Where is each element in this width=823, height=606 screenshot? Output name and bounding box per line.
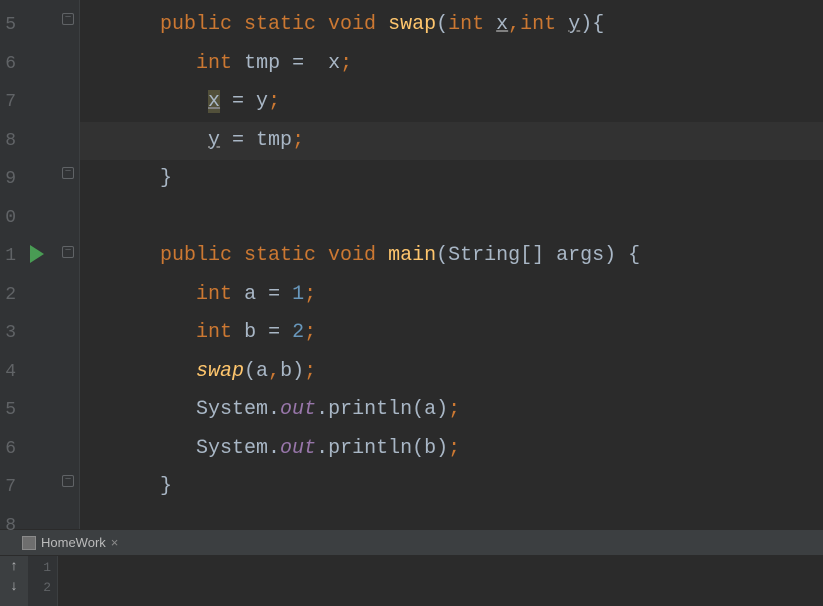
code-line[interactable]: int b = 2; <box>80 314 823 353</box>
line-number: 5 <box>0 6 18 45</box>
code-line[interactable]: public static void swap(int x,int y){ <box>80 6 823 45</box>
line-number: 7 <box>0 83 18 122</box>
code-line[interactable]: int a = 1; <box>80 276 823 315</box>
code-line[interactable]: System.out.println(b); <box>80 430 823 469</box>
code-text: System. <box>196 398 280 421</box>
arrow-down-icon[interactable]: ↓ <box>10 580 18 594</box>
gutter-icons <box>18 0 58 529</box>
line-number: 0 <box>0 199 18 238</box>
param: x <box>496 13 508 36</box>
param: args <box>556 244 604 267</box>
fold-marker-icon[interactable] <box>62 475 74 487</box>
line-number: 1 <box>0 237 18 276</box>
code-text: tmp = x <box>244 52 340 75</box>
line-number: 9 <box>0 160 18 199</box>
keyword: public static void <box>160 244 376 267</box>
keyword: int <box>448 13 484 36</box>
line-number: 8 <box>0 507 18 546</box>
code-line[interactable]: int tmp = x; <box>80 45 823 84</box>
code-text: b = <box>244 321 292 344</box>
line-number: 5 <box>0 391 18 430</box>
fold-marker-icon[interactable] <box>62 167 74 179</box>
brace: } <box>160 475 172 498</box>
code-text: = tmp <box>220 129 292 152</box>
code-text: (a <box>244 360 268 383</box>
file-icon <box>22 536 36 550</box>
field: out <box>280 398 316 421</box>
number: 1 <box>292 283 304 306</box>
code-line[interactable]: public static void main(String[] args) { <box>80 237 823 276</box>
code-line[interactable]: } <box>80 468 823 507</box>
keyword: int <box>196 52 232 75</box>
line-number: 2 <box>0 276 18 315</box>
code-text: b) <box>280 360 304 383</box>
code-text: = y <box>220 90 268 113</box>
code-text: .println(b) <box>316 437 448 460</box>
method-name: main <box>388 244 436 267</box>
code-line[interactable] <box>80 199 823 238</box>
code-text: a = <box>244 283 292 306</box>
line-number: 2 <box>28 578 51 598</box>
code-line[interactable]: } <box>80 160 823 199</box>
fold-marker-icon[interactable] <box>62 13 74 25</box>
line-number: 3 <box>0 314 18 353</box>
code-area[interactable]: public static void swap(int x,int y){ in… <box>80 0 823 529</box>
code-line-current[interactable]: y = tmp; <box>80 122 823 161</box>
code-text: .println(a) <box>316 398 448 421</box>
brace: } <box>160 167 172 190</box>
method-name: swap <box>388 13 436 36</box>
editor-area: 5 6 7 8 9 0 1 2 3 4 5 6 7 8 public stati… <box>0 0 823 529</box>
line-number: 7 <box>0 468 18 507</box>
var-underline: y <box>208 129 220 152</box>
line-number: 1 <box>28 558 51 578</box>
line-number: 6 <box>0 430 18 469</box>
arrow-up-icon[interactable]: ↑ <box>10 560 18 574</box>
keyword: int <box>196 321 232 344</box>
code-line[interactable]: x = y; <box>80 83 823 122</box>
code-line[interactable]: System.out.println(a); <box>80 391 823 430</box>
keyword: public static void <box>160 13 376 36</box>
code-line[interactable] <box>80 507 823 546</box>
method-call: swap <box>196 360 244 383</box>
var-warning: x <box>208 90 220 113</box>
console-area: ↑ ↓ 1 2 <box>0 556 823 606</box>
keyword: int <box>196 283 232 306</box>
field: out <box>280 437 316 460</box>
param: y <box>568 13 580 36</box>
keyword: int <box>520 13 556 36</box>
line-number: 6 <box>0 45 18 84</box>
type: String[] <box>448 244 544 267</box>
line-number: 4 <box>0 353 18 392</box>
run-icon[interactable] <box>30 245 44 263</box>
console-line-gutter: 1 2 <box>28 556 58 606</box>
console-controls: ↑ ↓ <box>0 556 28 606</box>
code-line[interactable]: swap(a,b); <box>80 353 823 392</box>
code-text: System. <box>196 437 280 460</box>
number: 2 <box>292 321 304 344</box>
console-body[interactable] <box>58 556 823 606</box>
line-number-gutter: 5 6 7 8 9 0 1 2 3 4 5 6 7 8 <box>0 0 18 529</box>
fold-marker-icon[interactable] <box>62 246 74 258</box>
fold-gutter <box>58 0 80 529</box>
line-number: 8 <box>0 122 18 161</box>
